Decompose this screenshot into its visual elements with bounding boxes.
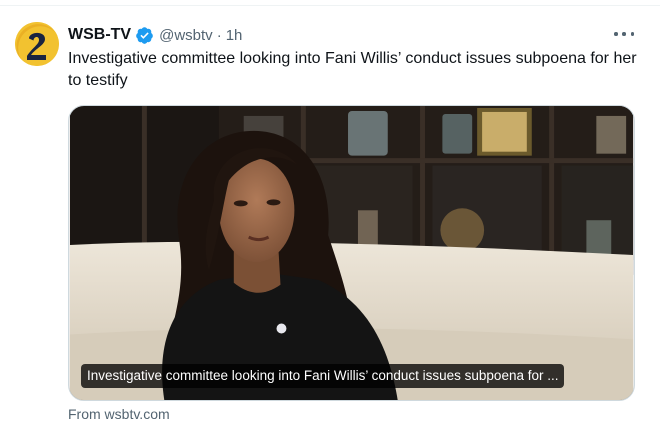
- timestamp[interactable]: 1h: [226, 27, 243, 44]
- link-card[interactable]: Investigative committee looking into Fan…: [68, 105, 635, 401]
- avatar[interactable]: [15, 22, 59, 66]
- card-source-link[interactable]: From wsbtv.com: [68, 406, 170, 422]
- author-handle[interactable]: @wsbtv: [159, 27, 213, 44]
- separator-dot: ·: [216, 26, 222, 44]
- card-caption: Investigative committee looking into Fan…: [81, 364, 565, 388]
- more-options-icon[interactable]: [614, 30, 634, 38]
- video-thumbnail-image: [69, 106, 634, 400]
- tweet-text: Investigative committee looking into Fan…: [68, 50, 637, 89]
- tweet[interactable]: WSB-TV @wsbtv · 1h Investigative committ…: [0, 6, 660, 429]
- author-name[interactable]: WSB-TV: [68, 26, 131, 44]
- wsb-logo-icon: [15, 22, 59, 66]
- tweet-header: WSB-TV @wsbtv · 1h: [68, 24, 242, 46]
- verified-badge-icon: [135, 26, 154, 45]
